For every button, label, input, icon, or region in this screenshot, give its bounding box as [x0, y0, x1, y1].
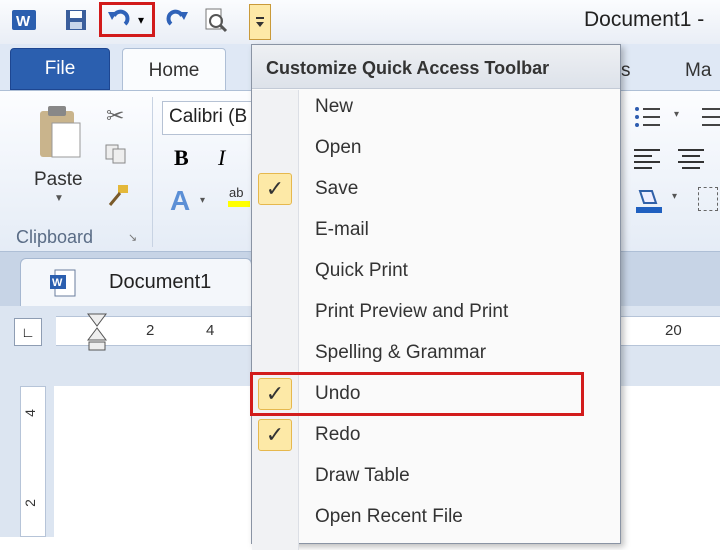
- svg-text:W: W: [52, 277, 63, 289]
- menu-item-label: New: [315, 96, 354, 117]
- menu-item[interactable]: Spelling & Grammar: [252, 333, 620, 374]
- dialog-launcher-icon[interactable]: ↘: [128, 231, 137, 244]
- menu-item-label: Save: [315, 178, 359, 199]
- print-preview-icon[interactable]: [202, 6, 230, 34]
- shading-icon[interactable]: [634, 187, 664, 215]
- text-effects-dropdown-icon[interactable]: ▾: [200, 195, 205, 206]
- document-tab[interactable]: W Document1: [20, 258, 252, 306]
- menu-item-label: Redo: [315, 424, 361, 445]
- menu-item[interactable]: E-mail: [252, 210, 620, 251]
- menu-item-label: E-mail: [315, 219, 369, 240]
- svg-text:W: W: [16, 13, 31, 30]
- horizontal-ruler-right: 20: [621, 316, 720, 346]
- indent-marker-icon[interactable]: [86, 312, 108, 352]
- menu-item-label: Spelling & Grammar: [315, 342, 487, 363]
- undo-icon[interactable]: [104, 6, 132, 34]
- paste-dropdown-icon[interactable]: ▼: [54, 193, 64, 204]
- group-divider: [152, 97, 153, 247]
- bullets-icon[interactable]: [634, 105, 668, 129]
- menu-item[interactable]: Quick Print: [252, 251, 620, 292]
- shading-dropdown-icon[interactable]: ▾: [672, 191, 677, 202]
- menu-item[interactable]: ✓ Redo: [252, 415, 620, 456]
- menu-item[interactable]: Open: [252, 128, 620, 169]
- word-icon[interactable]: W: [10, 6, 38, 34]
- menu-item-label: Print Preview and Print: [315, 301, 509, 322]
- quick-access-toolbar: W ▾ Document1 -: [0, 0, 720, 44]
- checkmark-icon: ✓: [258, 173, 292, 205]
- ruler-mark: 4: [206, 322, 215, 339]
- font-name-input[interactable]: Calibri (B: [162, 101, 252, 135]
- tab-home[interactable]: Home: [122, 48, 226, 92]
- paste-label[interactable]: Paste: [34, 169, 83, 191]
- document-icon: W: [49, 269, 79, 297]
- clipboard-group-label: Clipboard: [16, 227, 94, 247]
- align-center-icon[interactable]: [678, 147, 706, 169]
- ruler-mark: 20: [665, 322, 682, 339]
- copy-icon[interactable]: [104, 143, 128, 165]
- menu-item-label: Open Recent File: [315, 506, 463, 527]
- checkmark-icon: ✓: [258, 419, 292, 451]
- text-effects-icon[interactable]: A: [170, 185, 190, 217]
- menu-item[interactable]: Print Preview and Print: [252, 292, 620, 333]
- align-left-icon[interactable]: [634, 147, 662, 169]
- tab-partial-1[interactable]: s: [621, 60, 631, 82]
- customize-qat-menu: Customize Quick Access Toolbar New Open ✓ S…: [251, 44, 621, 550]
- borders-icon[interactable]: [698, 187, 718, 211]
- menu-item-label: Open: [315, 137, 362, 158]
- menu-item[interactable]: Open Recent File: [252, 497, 620, 538]
- format-painter-icon[interactable]: [104, 183, 132, 209]
- bold-button[interactable]: B: [174, 145, 189, 171]
- undo-item-highlight: [250, 372, 584, 416]
- menu-item-label: Draw Table: [315, 465, 410, 486]
- vruler-mark: 4: [21, 409, 38, 417]
- tab-selector-icon[interactable]: ∟: [14, 318, 42, 346]
- vertical-ruler: 4 2: [20, 386, 46, 537]
- window-title: Document1 -: [584, 8, 705, 31]
- menu-item[interactable]: Draw Table: [252, 456, 620, 497]
- redo-icon[interactable]: [164, 6, 192, 34]
- vruler-mark: 2: [21, 499, 38, 507]
- customize-qat-button[interactable]: [249, 4, 271, 40]
- ruler-mark: 2: [146, 322, 155, 339]
- tab-file[interactable]: File: [10, 48, 110, 90]
- svg-text:ab: ab: [229, 185, 243, 200]
- italic-button[interactable]: I: [218, 145, 225, 171]
- tab-partial-2[interactable]: Ma: [685, 60, 711, 82]
- cut-icon[interactable]: ✂: [106, 103, 124, 129]
- menu-item[interactable]: ✓ Save: [252, 169, 620, 210]
- menu-title: Customize Quick Access Toolbar: [252, 45, 620, 89]
- save-icon[interactable]: [62, 6, 90, 34]
- undo-dropdown-icon[interactable]: ▾: [132, 6, 150, 34]
- menu-item[interactable]: New: [252, 87, 620, 128]
- bullets-dropdown-icon[interactable]: ▾: [674, 109, 679, 120]
- numbering-icon[interactable]: [696, 105, 720, 129]
- menu-item-label: Quick Print: [315, 260, 408, 281]
- highlight-icon[interactable]: ab: [228, 183, 250, 209]
- paste-icon[interactable]: [30, 101, 88, 163]
- document-tab-label: Document1: [109, 271, 212, 293]
